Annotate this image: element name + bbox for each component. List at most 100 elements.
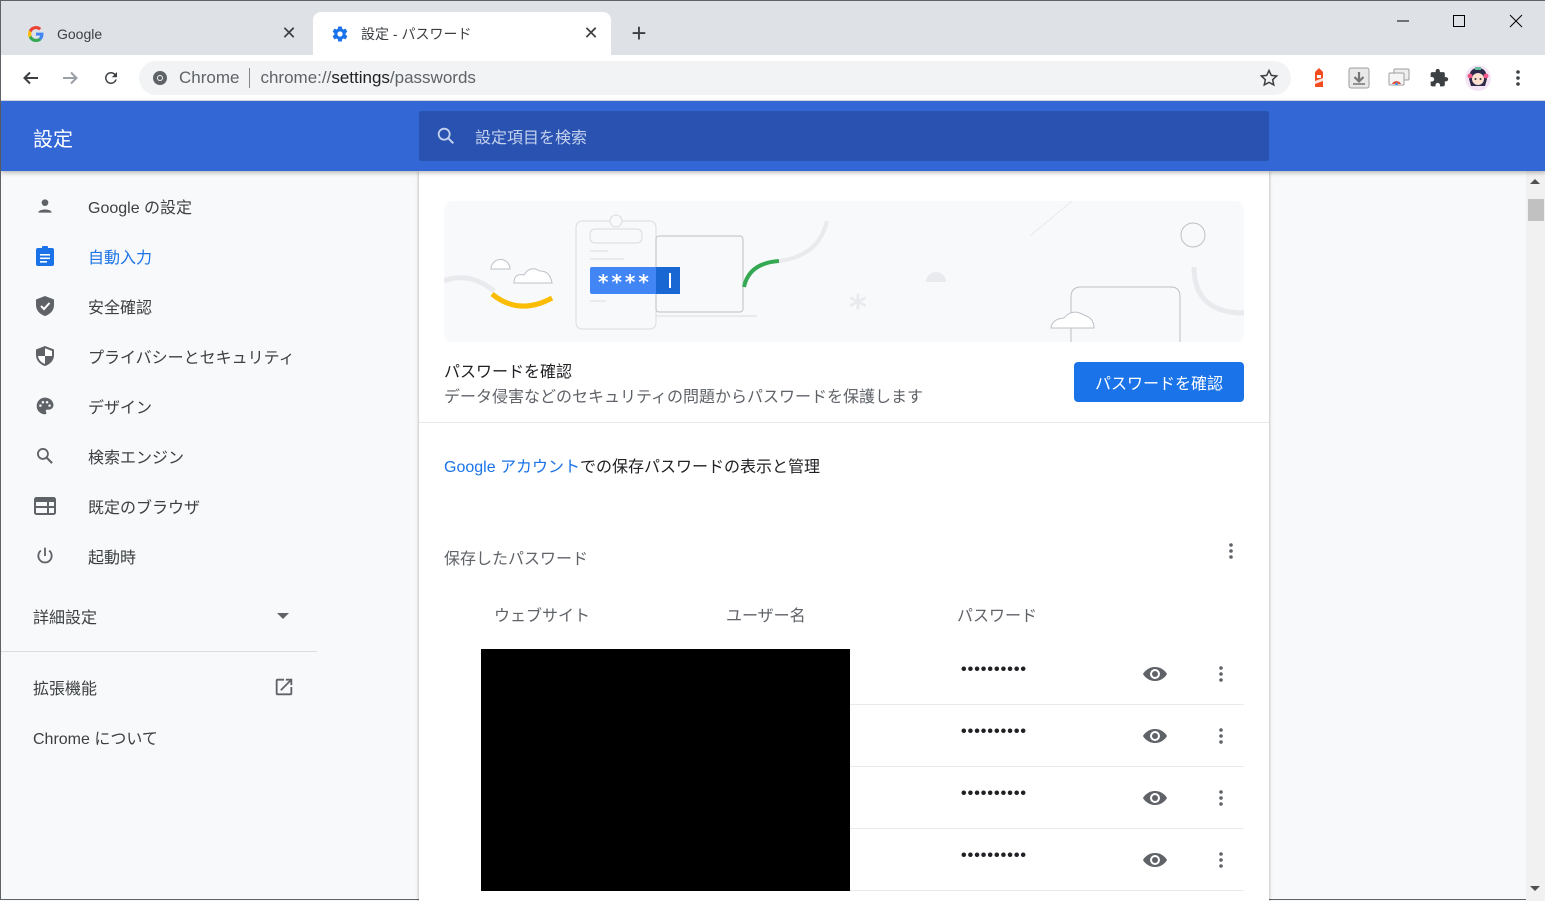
chrome-logo-icon bbox=[151, 69, 169, 87]
row-more-actions-icon[interactable] bbox=[1209, 786, 1233, 810]
new-tab-button[interactable]: + bbox=[623, 18, 655, 48]
open-in-new-icon bbox=[275, 678, 293, 696]
profile-avatar[interactable] bbox=[1464, 64, 1492, 92]
url-scheme: chrome:// bbox=[260, 68, 332, 87]
reload-button[interactable] bbox=[95, 62, 127, 94]
settings-sidebar: Google の設定 自動入力 安全確認 プライバシーとセキュリティ デザイン bbox=[1, 171, 317, 901]
search-icon bbox=[437, 127, 455, 145]
lighthouse-icon[interactable] bbox=[1305, 64, 1333, 92]
url-text: chrome://settings/passwords bbox=[260, 68, 475, 88]
show-password-eye-icon[interactable] bbox=[1142, 848, 1168, 872]
search-placeholder: 設定項目を検索 bbox=[475, 130, 588, 147]
url-host: settings bbox=[331, 68, 390, 87]
page-scrollbar[interactable] bbox=[1526, 171, 1545, 901]
masked-password: •••••••••• bbox=[961, 661, 1028, 678]
sidebar-item-search-engine[interactable]: 検索エンジン bbox=[1, 431, 317, 481]
scroll-up-arrow-icon[interactable] bbox=[1530, 179, 1540, 184]
power-icon bbox=[33, 544, 57, 568]
google-g-icon bbox=[27, 25, 45, 43]
sidebar-item-google-settings[interactable]: Google の設定 bbox=[1, 181, 317, 231]
settings-search-input[interactable]: 設定項目を検索 bbox=[419, 111, 1269, 161]
search-icon bbox=[33, 444, 57, 468]
sidebar-item-label: 検索エンジン bbox=[88, 450, 185, 467]
check-passwords-button[interactable]: パスワードを確認 bbox=[1074, 362, 1244, 402]
sidebar-item-privacy-security[interactable]: プライバシーとセキュリティ bbox=[1, 331, 317, 381]
back-arrow-icon bbox=[23, 71, 38, 85]
column-header-website: ウェブサイト bbox=[494, 608, 591, 625]
about-chrome-link[interactable]: Chrome について bbox=[1, 715, 317, 759]
gear-icon bbox=[331, 25, 349, 43]
passwords-card: **** * パスワードを確認 データ侵害などのセキュリティの問題からパスワード… bbox=[419, 171, 1269, 901]
show-password-eye-icon[interactable] bbox=[1142, 724, 1168, 748]
sidebar-item-label: デザイン bbox=[88, 400, 153, 417]
address-bar[interactable]: Chrome chrome://settings/passwords bbox=[139, 61, 1291, 95]
sidebar-item-appearance[interactable]: デザイン bbox=[1, 381, 317, 431]
tab-google[interactable]: Google ✕ bbox=[9, 12, 309, 55]
minimize-button[interactable] bbox=[1375, 1, 1431, 41]
show-password-eye-icon[interactable] bbox=[1142, 662, 1168, 686]
person-icon bbox=[33, 194, 57, 218]
sidebar-item-label: 起動時 bbox=[88, 550, 137, 567]
password-check-illustration: **** * bbox=[444, 201, 1244, 342]
saved-passwords-heading: 保存したパスワード bbox=[444, 551, 589, 568]
puzzle-icon[interactable] bbox=[1425, 64, 1453, 92]
banner-masked-text: **** bbox=[598, 270, 652, 294]
password-check-subtitle: データ侵害などのセキュリティの問題からパスワードを保護します bbox=[444, 389, 924, 406]
scrollbar-thumb[interactable] bbox=[1528, 199, 1544, 221]
forward-arrow-icon bbox=[63, 71, 78, 85]
download-icon[interactable] bbox=[1345, 64, 1373, 92]
cast-tab-icon[interactable] bbox=[1385, 64, 1413, 92]
advanced-settings-toggle[interactable]: 詳細設定 bbox=[1, 591, 317, 641]
row-more-actions-icon[interactable] bbox=[1209, 724, 1233, 748]
tab-settings-passwords[interactable]: 設定 - パスワード ✕ bbox=[313, 12, 611, 55]
svg-text:*: * bbox=[849, 288, 867, 328]
tab-title: 設定 - パスワード bbox=[361, 25, 472, 42]
shield-check-icon bbox=[33, 294, 57, 318]
show-password-eye-icon[interactable] bbox=[1142, 786, 1168, 810]
clipboard-icon bbox=[33, 244, 57, 268]
masked-password: •••••••••• bbox=[961, 723, 1028, 740]
sidebar-item-label: 自動入力 bbox=[88, 250, 153, 267]
close-tab-icon[interactable]: ✕ bbox=[277, 22, 301, 46]
forward-button[interactable] bbox=[54, 62, 86, 94]
extensions-link[interactable]: 拡張機能 bbox=[1, 665, 317, 709]
settings-title: 設定 bbox=[33, 129, 73, 151]
chevron-down-icon bbox=[277, 613, 289, 619]
sidebar-item-on-startup[interactable]: 起動時 bbox=[1, 531, 317, 581]
maximize-button[interactable] bbox=[1431, 1, 1487, 41]
close-tab-icon[interactable]: ✕ bbox=[579, 22, 603, 46]
sidebar-item-default-browser[interactable]: 既定のブラウザ bbox=[1, 481, 317, 531]
saved-passwords-menu-button[interactable] bbox=[1219, 539, 1243, 563]
sidebar-item-safety-check[interactable]: 安全確認 bbox=[1, 281, 317, 331]
back-button[interactable] bbox=[15, 62, 47, 94]
url-path: /passwords bbox=[389, 68, 476, 87]
more-vert-icon bbox=[1229, 543, 1233, 559]
scroll-down-arrow-icon[interactable] bbox=[1530, 886, 1540, 891]
sidebar-item-label: Google の設定 bbox=[88, 200, 193, 217]
section-divider bbox=[419, 422, 1269, 423]
browser-toolbar: Chrome chrome://settings/passwords bbox=[1, 55, 1545, 101]
sidebar-divider bbox=[1, 651, 317, 652]
palette-icon bbox=[33, 394, 57, 418]
masked-password: •••••••••• bbox=[961, 847, 1028, 864]
sidebar-item-autofill[interactable]: 自動入力 bbox=[1, 231, 317, 281]
tab-strip: Google ✕ 設定 - パスワード ✕ + bbox=[1, 1, 1545, 55]
menu-kebab-icon[interactable] bbox=[1504, 64, 1532, 92]
row-more-actions-icon[interactable] bbox=[1209, 848, 1233, 872]
masked-password: •••••••••• bbox=[961, 785, 1028, 802]
site-chip: Chrome bbox=[179, 68, 240, 87]
google-account-description: での保存パスワードの表示と管理 bbox=[580, 459, 821, 476]
google-account-manage-line: Google アカウントでの保存パスワードの表示と管理 bbox=[444, 453, 820, 477]
tab-title: Google bbox=[57, 25, 103, 42]
advanced-label: 詳細設定 bbox=[33, 610, 98, 627]
browser-window-icon bbox=[33, 494, 57, 518]
column-header-password: パスワード bbox=[957, 608, 1038, 625]
bookmark-star-icon[interactable] bbox=[1259, 68, 1279, 88]
extensions-label: 拡張機能 bbox=[33, 681, 98, 698]
close-window-button[interactable] bbox=[1488, 1, 1544, 41]
google-account-link[interactable]: Google アカウント bbox=[444, 459, 580, 476]
settings-header: 設定 設定項目を検索 bbox=[1, 101, 1545, 171]
row-more-actions-icon[interactable] bbox=[1209, 662, 1233, 686]
redacted-site-username-block bbox=[481, 649, 850, 891]
column-header-username: ユーザー名 bbox=[726, 608, 806, 625]
